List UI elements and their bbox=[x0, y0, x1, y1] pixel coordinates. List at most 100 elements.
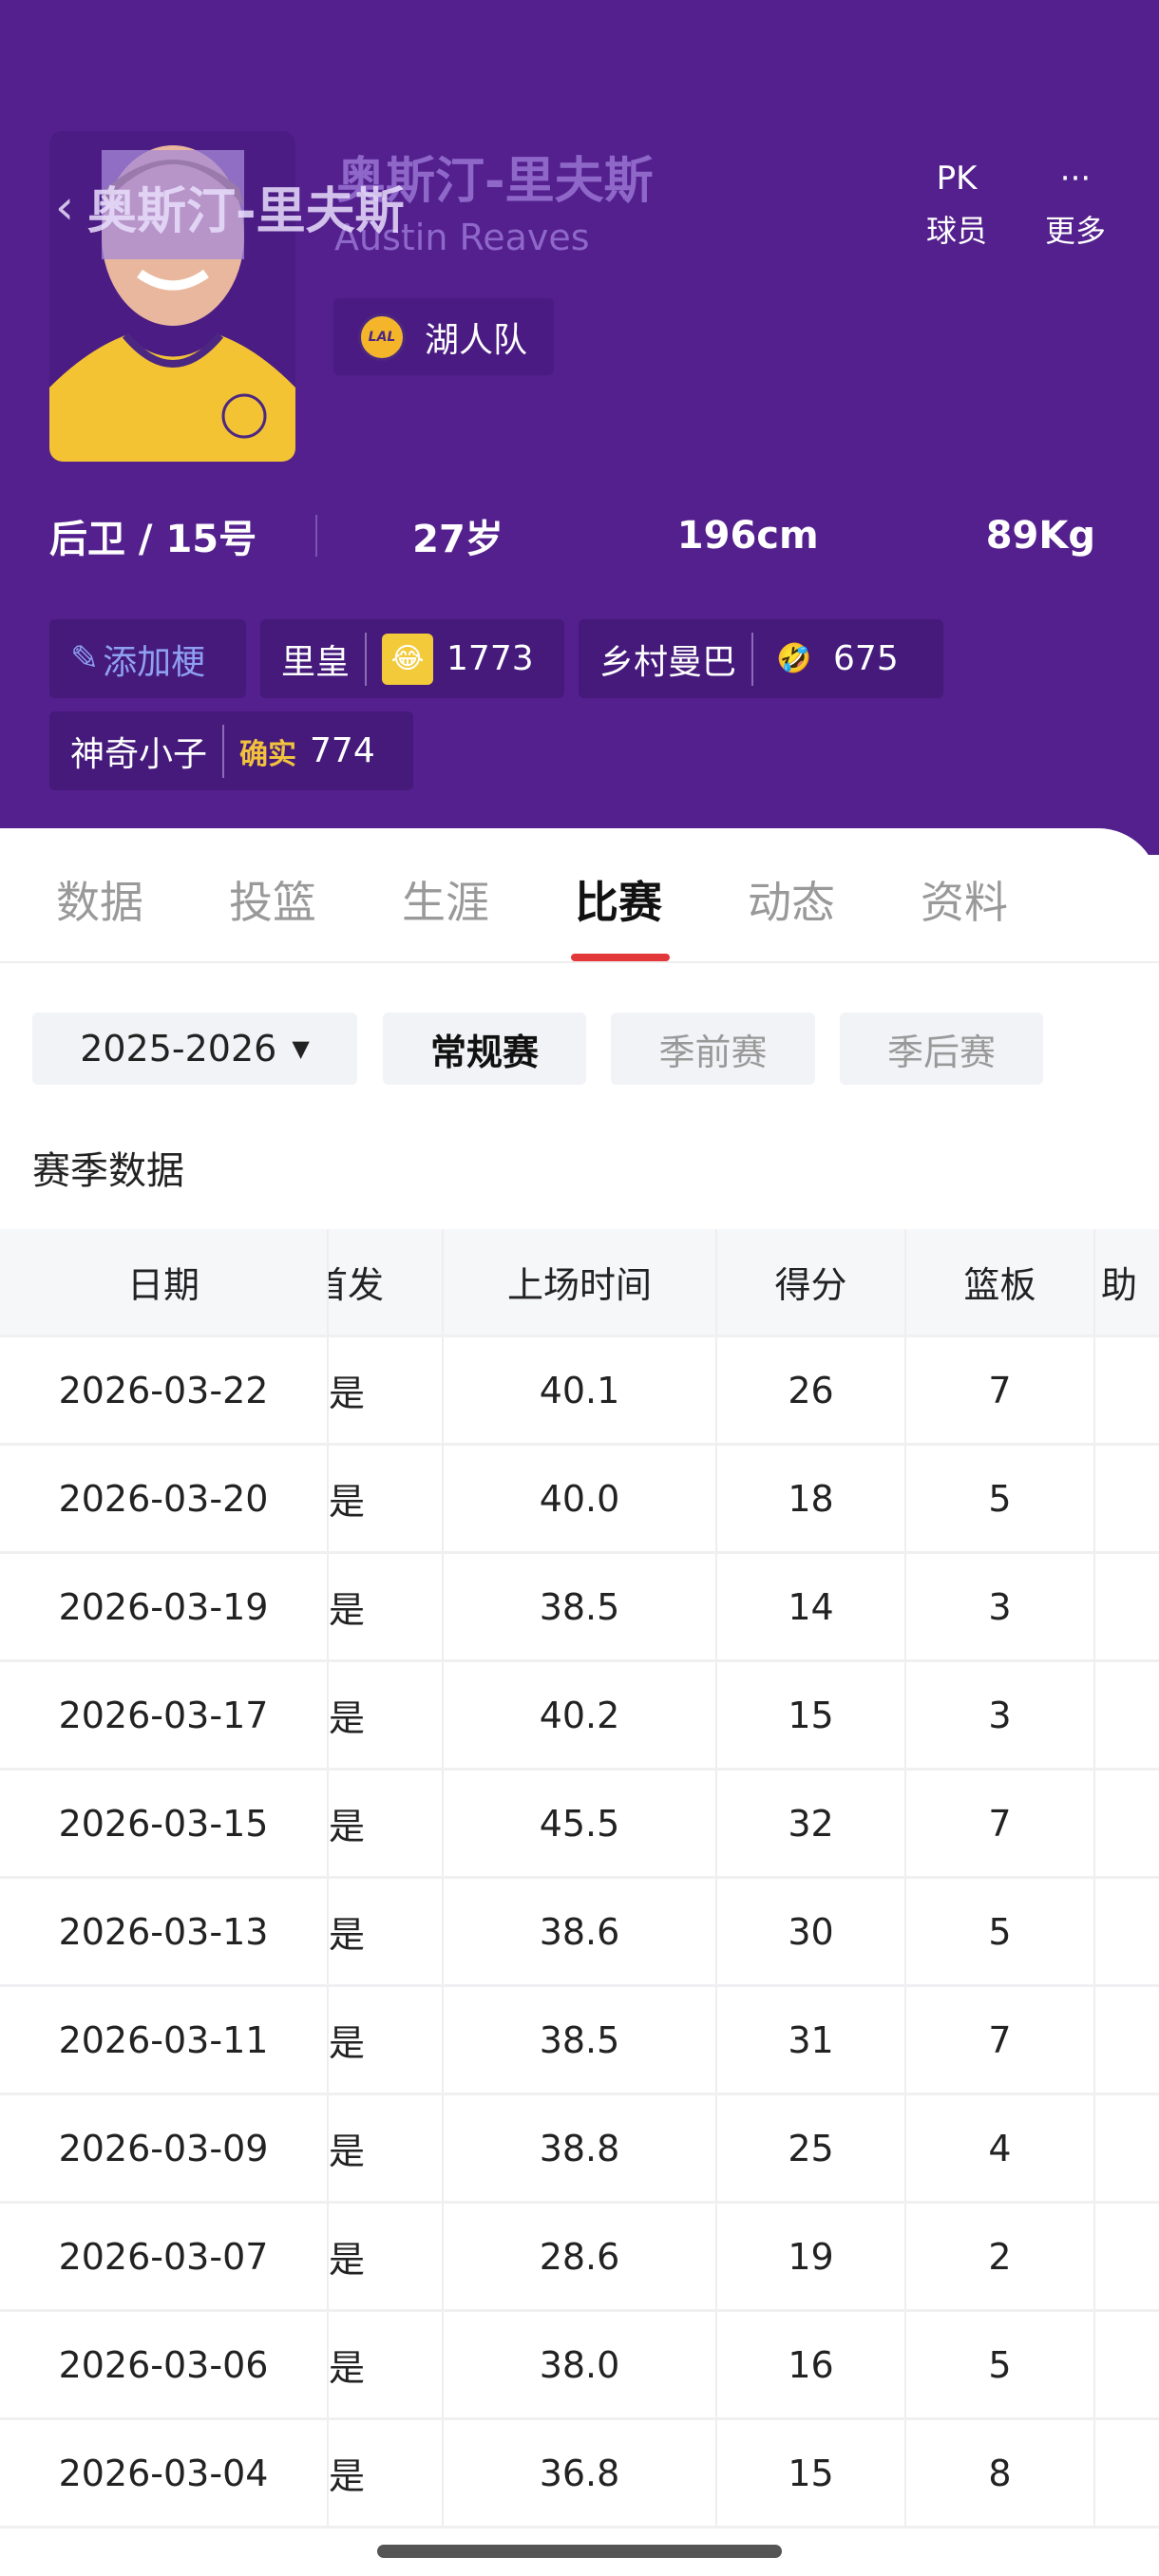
cell-assists bbox=[1093, 1446, 1159, 1551]
cell-minutes: 40.2 bbox=[442, 1662, 715, 1768]
cell-starter: 是 bbox=[327, 2204, 442, 2309]
table-row[interactable]: 2026-03-19 是 38.5 14 3 bbox=[0, 1554, 1159, 1662]
nickname-tag[interactable]: 里皇 😂 1773 bbox=[260, 619, 564, 698]
cell-assists bbox=[1093, 1554, 1159, 1659]
cell-points: 32 bbox=[715, 1771, 904, 1876]
cell-minutes: 28.6 bbox=[442, 2204, 715, 2309]
cell-assists bbox=[1093, 2420, 1159, 2526]
active-tab-indicator bbox=[571, 954, 670, 961]
more-label: 更多 bbox=[1044, 213, 1106, 249]
tab-games[interactable]: 比赛 bbox=[557, 868, 680, 931]
more-icon: ··· bbox=[1059, 160, 1092, 198]
table-row[interactable]: 2026-03-22 是 40.1 26 7 bbox=[0, 1337, 1159, 1446]
cell-minutes: 38.5 bbox=[442, 1987, 715, 2093]
cell-assists bbox=[1093, 1771, 1159, 1876]
back-button[interactable]: ‹ 奥斯汀-里夫斯 bbox=[55, 171, 405, 242]
cell-date: 2026-03-13 bbox=[58, 1910, 269, 1953]
table-row[interactable]: 2026-03-20 是 40.0 18 5 bbox=[0, 1446, 1159, 1554]
more-button[interactable]: ··· 更多 bbox=[1033, 156, 1118, 251]
cell-date: 2026-03-11 bbox=[58, 2018, 269, 2061]
table-row[interactable]: 2026-03-17 是 40.2 15 3 bbox=[0, 1662, 1159, 1771]
filter-preseason[interactable]: 季前赛 bbox=[611, 1013, 815, 1085]
cell-points: 15 bbox=[715, 1662, 904, 1768]
table-row[interactable]: 2026-03-13 是 38.6 30 5 bbox=[0, 1879, 1159, 1987]
pk-label: 球员 bbox=[925, 213, 987, 249]
cell-points: 19 bbox=[715, 2204, 904, 2309]
cell-points: 18 bbox=[715, 1446, 904, 1551]
filter-playoffs[interactable]: 季后赛 bbox=[840, 1013, 1043, 1085]
table-row[interactable]: 2026-03-15 是 45.5 32 7 bbox=[0, 1771, 1159, 1879]
table-row[interactable]: 2026-03-09 是 38.8 25 4 bbox=[0, 2095, 1159, 2204]
cell-minutes: 38.6 bbox=[442, 1879, 715, 1984]
cell-assists bbox=[1093, 2312, 1159, 2417]
age: 27岁 bbox=[412, 518, 504, 561]
cell-starter: 是 bbox=[327, 1337, 442, 1443]
cell-date: 2026-03-19 bbox=[58, 1585, 269, 1628]
cell-rebounds: 7 bbox=[904, 1337, 1093, 1443]
home-indicator[interactable] bbox=[377, 2545, 782, 2558]
cell-points: 14 bbox=[715, 1554, 904, 1659]
table-row[interactable]: 2026-03-06 是 38.0 16 5 bbox=[0, 2312, 1159, 2420]
cell-rebounds: 5 bbox=[904, 1879, 1093, 1984]
tab-bar: 数据 投篮 生涯 比赛 动态 资料 bbox=[0, 855, 1159, 963]
filter-regular-season[interactable]: 常规赛 bbox=[383, 1013, 586, 1085]
team-name: 湖人队 bbox=[425, 320, 528, 360]
nickname-tag[interactable]: 神奇小子 确实 774 bbox=[49, 711, 413, 790]
nickname-tag[interactable]: 乡村曼巴 🤣 675 bbox=[579, 619, 943, 698]
cell-minutes: 45.5 bbox=[442, 1771, 715, 1876]
dropdown-arrow-icon: ▼ bbox=[292, 1035, 310, 1062]
add-nickname-button[interactable]: ✎ 添加梗 bbox=[49, 619, 246, 698]
cell-assists bbox=[1093, 1987, 1159, 2093]
tag-count: 1773 bbox=[446, 639, 534, 678]
laughing-emoji-icon: 🤣 bbox=[776, 642, 812, 675]
column-header-date[interactable]: 日期 bbox=[0, 1229, 327, 1335]
season-value: 2025-2026 bbox=[80, 1028, 277, 1070]
header-label: 篮板 bbox=[963, 1264, 1036, 1306]
header-label: 日期 bbox=[126, 1264, 200, 1306]
tab-data[interactable]: 数据 bbox=[38, 868, 162, 931]
tag-label: 神奇小子 bbox=[70, 734, 208, 774]
divider bbox=[315, 515, 318, 557]
cell-points: 15 bbox=[715, 2420, 904, 2526]
cell-points: 30 bbox=[715, 1879, 904, 1984]
tab-feed[interactable]: 动态 bbox=[730, 868, 853, 931]
cell-starter: 是 bbox=[327, 1771, 442, 1876]
divider bbox=[751, 632, 754, 686]
cell-date: 2026-03-06 bbox=[58, 2343, 269, 2386]
table-row[interactable]: 2026-03-11 是 38.5 31 7 bbox=[0, 1987, 1159, 2095]
cell-minutes: 40.1 bbox=[442, 1337, 715, 1443]
cell-starter: 是 bbox=[327, 1879, 442, 1984]
tag-count: 774 bbox=[310, 731, 375, 770]
cell-rebounds: 7 bbox=[904, 1771, 1093, 1876]
cell-date: 2026-03-09 bbox=[58, 2127, 269, 2169]
column-header-rebounds[interactable]: 篮板 bbox=[904, 1229, 1093, 1335]
cell-date: 2026-03-07 bbox=[58, 2235, 269, 2278]
pk-icon: PK bbox=[936, 160, 978, 198]
column-header-assists[interactable]: 助 bbox=[1093, 1229, 1159, 1335]
tab-shooting[interactable]: 投篮 bbox=[211, 868, 334, 931]
header-label: 得分 bbox=[774, 1264, 847, 1306]
table-row[interactable]: 2026-03-07 是 28.6 19 2 bbox=[0, 2204, 1159, 2312]
team-badge[interactable]: LAL 湖人队 bbox=[333, 298, 554, 375]
tab-career[interactable]: 生涯 bbox=[384, 868, 507, 931]
cell-rebounds: 2 bbox=[904, 2204, 1093, 2309]
pk-player-button[interactable]: PK 球员 bbox=[914, 156, 999, 251]
tag-label: 里皇 bbox=[281, 642, 351, 682]
column-header-points[interactable]: 得分 bbox=[715, 1229, 904, 1335]
tab-profile[interactable]: 资料 bbox=[902, 868, 1026, 931]
season-select[interactable]: 2025-2026 ▼ bbox=[32, 1013, 357, 1085]
cell-minutes: 38.0 bbox=[442, 2312, 715, 2417]
column-header-minutes[interactable]: 上场时间 bbox=[442, 1229, 715, 1335]
cell-rebounds: 5 bbox=[904, 2312, 1093, 2417]
column-header-starter[interactable]: 首发 bbox=[327, 1229, 442, 1335]
divider bbox=[222, 724, 225, 778]
cell-starter: 是 bbox=[327, 2095, 442, 2201]
lakers-logo-icon: LAL bbox=[358, 313, 406, 361]
cell-starter: 是 bbox=[327, 1554, 442, 1659]
player-header: 奥斯汀-里夫斯 Austin Reaves ‹ 奥斯汀-里夫斯 LAL 湖人队 … bbox=[0, 0, 1159, 855]
divider bbox=[365, 632, 368, 686]
cell-points: 31 bbox=[715, 1987, 904, 2093]
cell-date: 2026-03-17 bbox=[58, 1694, 269, 1736]
table-row[interactable]: 2026-03-04 是 36.8 15 8 bbox=[0, 2420, 1159, 2529]
pencil-icon: ✎ bbox=[70, 639, 100, 678]
